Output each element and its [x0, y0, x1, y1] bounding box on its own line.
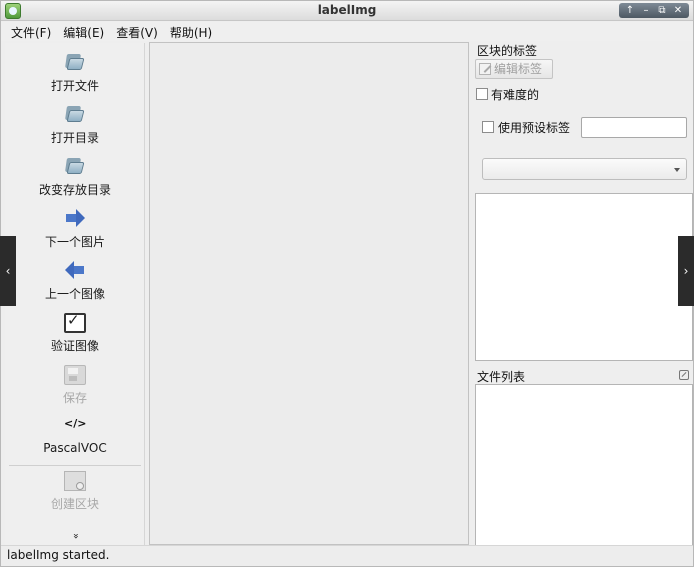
next-image-label: 下一个图片 [44, 235, 105, 249]
save-button[interactable]: 保存 [5, 365, 145, 406]
code-icon: </> [64, 417, 87, 430]
change-save-dir-button[interactable]: 改变存放目录 [5, 157, 145, 198]
format-label: PascalVOC [43, 441, 107, 455]
toolbar-divider [9, 465, 141, 466]
window-title: labelImg [317, 3, 377, 17]
labelimg-window: labelImg ↑ – ⧉ ✕ 文件(F) 编辑(E) 查看(V) 帮助(H)… [0, 0, 694, 567]
overlay-prev-arrow[interactable]: ‹ [0, 236, 16, 306]
verify-image-button[interactable]: 验证图像 [5, 311, 145, 354]
label-list[interactable] [475, 193, 693, 361]
menu-view[interactable]: 查看(V) [110, 22, 164, 41]
dock-float-icon[interactable] [679, 370, 689, 380]
menu-edit[interactable]: 编辑(E) [57, 22, 110, 41]
open-file-label: 打开文件 [50, 79, 99, 93]
create-box-label: 创建区块 [50, 497, 99, 511]
arrow-left-icon [64, 261, 86, 281]
edit-label-button-text: 编辑标签 [494, 62, 543, 76]
window-controls: ↑ – ⧉ ✕ [619, 3, 689, 18]
save-icon [64, 365, 86, 385]
verify-image-label: 验证图像 [50, 339, 99, 353]
menu-help[interactable]: 帮助(H) [164, 22, 218, 41]
save-label: 保存 [62, 391, 87, 405]
create-box-icon [64, 471, 86, 491]
checkbox-icon [64, 311, 86, 333]
toolbar: 打开文件 打开目录 改变存放目录 下一个图片 上一个图像 验证图像 保存 </> [5, 43, 145, 546]
default-label-input[interactable] [581, 117, 687, 138]
title-bar[interactable]: labelImg ↑ – ⧉ ✕ [1, 1, 693, 21]
open-dir-label: 打开目录 [50, 131, 99, 145]
difficult-checkbox[interactable] [476, 88, 488, 100]
status-text: labelImg started. [7, 548, 110, 562]
keep-above-icon[interactable]: ↑ [624, 5, 636, 17]
create-box-button[interactable]: 创建区块 [5, 471, 145, 512]
use-default-label-text: 使用预设标签 [498, 121, 571, 135]
prev-image-label: 上一个图像 [44, 287, 105, 301]
menu-file[interactable]: 文件(F) [5, 22, 57, 41]
overlay-next-arrow[interactable]: › [678, 236, 694, 306]
arrow-right-icon [64, 209, 86, 229]
edit-icon [479, 63, 491, 75]
change-save-dir-label: 改变存放目录 [38, 183, 111, 197]
file-list-title: 文件列表 [477, 370, 526, 384]
menu-bar: 文件(F) 编辑(E) 查看(V) 帮助(H) [1, 22, 693, 41]
minimize-icon[interactable]: – [640, 5, 652, 17]
label-filter-combo[interactable] [482, 158, 687, 180]
open-dir-button[interactable]: 打开目录 [5, 105, 145, 146]
prev-image-button[interactable]: 上一个图像 [5, 261, 145, 302]
open-folder-icon [64, 53, 86, 73]
close-icon[interactable]: ✕ [672, 5, 684, 17]
format-toggle-button[interactable]: </> PascalVOC [5, 417, 145, 455]
right-dock: 区块的标签 编辑标签 有难度的 使用预设标签 文件列表 [473, 42, 693, 546]
image-canvas[interactable] [149, 42, 469, 545]
file-list[interactable] [475, 384, 693, 546]
chevron-down-icon [674, 168, 680, 172]
status-bar: labelImg started. [1, 545, 693, 566]
difficult-label: 有难度的 [491, 88, 540, 102]
open-folder-icon [64, 157, 86, 177]
restore-icon[interactable]: ⧉ [656, 5, 668, 17]
box-labels-title: 区块的标签 [477, 44, 538, 58]
file-list-header: 文件列表 [473, 368, 693, 385]
next-image-button[interactable]: 下一个图片 [5, 209, 145, 250]
open-folder-icon [64, 105, 86, 125]
use-default-label-checkbox[interactable] [482, 121, 494, 133]
edit-label-button[interactable]: 编辑标签 [475, 59, 553, 79]
open-file-button[interactable]: 打开文件 [5, 53, 145, 94]
